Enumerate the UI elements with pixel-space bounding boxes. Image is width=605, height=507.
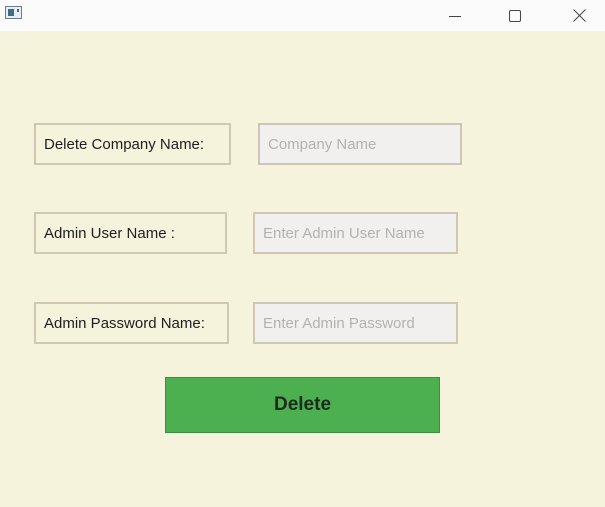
admin-user-name-label: Admin User Name : <box>34 212 227 254</box>
close-button[interactable] <box>556 0 602 31</box>
company-name-label: Delete Company Name: <box>34 123 231 165</box>
title-bar <box>0 0 605 31</box>
minimize-icon <box>449 15 461 17</box>
close-icon <box>572 9 586 22</box>
delete-button[interactable]: Delete <box>165 377 440 433</box>
admin-user-name-input[interactable] <box>253 212 458 254</box>
maximize-button[interactable] <box>492 0 538 31</box>
company-name-input[interactable] <box>258 123 462 165</box>
admin-password-label: Admin Password Name: <box>34 302 229 344</box>
maximize-icon <box>509 9 521 22</box>
minimize-button[interactable] <box>432 0 478 31</box>
admin-password-input[interactable] <box>253 302 458 344</box>
app-window-icon <box>5 6 22 19</box>
